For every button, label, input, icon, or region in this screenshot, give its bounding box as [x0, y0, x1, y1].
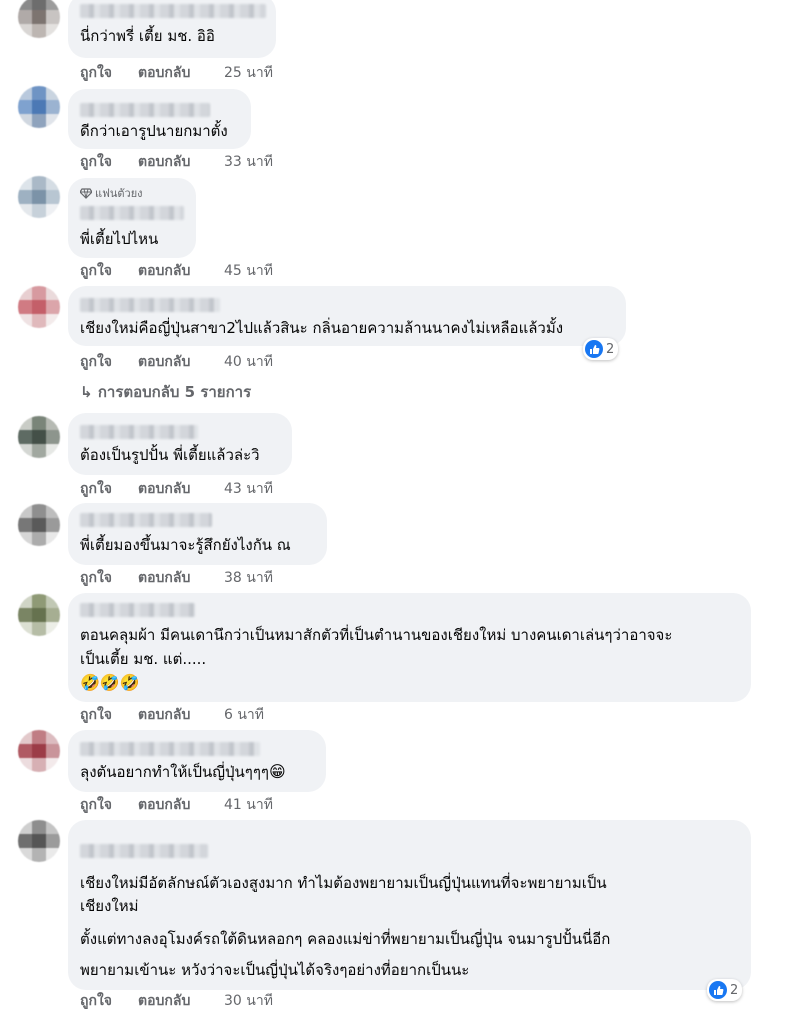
reply-button[interactable]: ตอบกลับ	[138, 990, 224, 1012]
comment-bubble: พี่เตี้ยมองขึ้นมาจะรู้สึกยังไงกัน ณ	[68, 503, 327, 565]
comment-text: เชียงใหม่มีอัตลักษณ์ตัวเองสูงมาก ทำไมต้อ…	[80, 874, 607, 892]
comment-text: ลุงตันอยากทำให้เป็นญี่ปุ่นๆๆๆ😁	[80, 761, 286, 783]
commenter-name[interactable]	[80, 425, 198, 439]
avatar[interactable]	[18, 0, 60, 38]
like-reaction-icon	[709, 981, 727, 999]
reply-button[interactable]: ตอบกลับ	[138, 478, 224, 500]
reply-button[interactable]: ตอบกลับ	[138, 794, 224, 816]
reply-button[interactable]: ตอบกลับ	[138, 260, 224, 282]
comment-bubble: ตอนคลุมผ้า มีคนเดานึกว่าเป็นหมาสักตัวที่…	[68, 593, 751, 702]
comment-text: ดีกว่าเอารูปนายกมาตั้ง	[80, 122, 228, 140]
avatar[interactable]	[18, 286, 60, 328]
reply-button[interactable]: ตอบกลับ	[138, 704, 224, 726]
emoji: 😁	[268, 762, 286, 781]
comment-bubble: นี่กว่าพรี่ เตี้ย มช. อิอิ	[68, 0, 276, 58]
reply-arrow-icon: ↳	[80, 383, 93, 401]
like-reaction-icon	[585, 340, 603, 358]
diamond-icon	[80, 187, 92, 199]
commenter-name[interactable]	[80, 206, 184, 220]
reaction-count[interactable]: 2	[707, 979, 743, 1001]
comment-actions: ถูกใจ ตอบกลับ 41 นาที	[80, 794, 273, 816]
comment-text-line: เป็นเตี้ย มช. แต่.....	[80, 650, 207, 668]
comment-actions: ถูกใจ ตอบกลับ 30 นาที	[80, 990, 273, 1012]
top-fan-badge: แฟนตัวยง	[80, 184, 143, 202]
avatar[interactable]	[18, 176, 60, 218]
reaction-count-label: 2	[730, 982, 739, 998]
comment-text: พี่เตี้ยไปไหน	[80, 230, 159, 248]
comment-actions: ถูกใจ ตอบกลับ 38 นาที	[80, 567, 273, 589]
like-button[interactable]: ถูกใจ	[80, 794, 138, 816]
commenter-name[interactable]	[80, 103, 210, 117]
comment-actions: ถูกใจ ตอบกลับ 40 นาที	[80, 351, 273, 373]
comment-text: ตอนคลุมผ้า มีคนเดานึกว่าเป็นหมาสักตัวที่…	[80, 626, 673, 644]
like-button[interactable]: ถูกใจ	[80, 567, 138, 589]
commenter-name[interactable]	[80, 4, 266, 18]
commenter-name[interactable]	[80, 513, 212, 527]
timestamp[interactable]: 33 นาที	[224, 151, 273, 173]
commenter-name[interactable]	[80, 298, 220, 312]
comment-text: ต้องเป็นรูปปั้น พี่เตี้ยแล้วล่ะวิ	[80, 446, 260, 464]
avatar[interactable]	[18, 730, 60, 772]
comment-text-body: ลุงตันอยากทำให้เป็นญี่ปุ่นๆๆๆ	[80, 763, 269, 781]
comment-text: เชียงใหม่คือญี่ปุ่นสาขา2ไปแล้วสินะ กลิ่น…	[80, 319, 564, 337]
avatar[interactable]	[18, 416, 60, 458]
comment-text-line: พยายามเข้านะ หวังว่าจะเป็นญี่ปุ่นได้จริง…	[80, 961, 470, 979]
emoji-row: 🤣🤣🤣	[80, 673, 140, 692]
comment-actions: ถูกใจ ตอบกลับ 45 นาที	[80, 260, 273, 282]
like-button[interactable]: ถูกใจ	[80, 151, 138, 173]
like-button[interactable]: ถูกใจ	[80, 704, 138, 726]
avatar[interactable]	[18, 86, 60, 128]
timestamp[interactable]: 43 นาที	[224, 478, 273, 500]
comment-bubble: ต้องเป็นรูปปั้น พี่เตี้ยแล้วล่ะวิ	[68, 413, 292, 475]
avatar[interactable]	[18, 820, 60, 862]
timestamp[interactable]: 30 นาที	[224, 990, 273, 1012]
timestamp[interactable]: 38 นาที	[224, 567, 273, 589]
avatar[interactable]	[18, 504, 60, 546]
comment-actions: ถูกใจ ตอบกลับ 6 นาที	[80, 704, 264, 726]
comment-bubble: เชียงใหม่คือญี่ปุ่นสาขา2ไปแล้วสินะ กลิ่น…	[68, 286, 626, 346]
commenter-name[interactable]	[80, 844, 208, 858]
like-button[interactable]: ถูกใจ	[80, 62, 138, 84]
reply-button[interactable]: ตอบกลับ	[138, 351, 224, 373]
timestamp[interactable]: 45 นาที	[224, 260, 273, 282]
comment-bubble: ดีกว่าเอารูปนายกมาตั้ง	[68, 89, 251, 149]
timestamp[interactable]: 40 นาที	[224, 351, 273, 373]
like-button[interactable]: ถูกใจ	[80, 260, 138, 282]
avatar[interactable]	[18, 594, 60, 636]
view-replies-link[interactable]: ↳ การตอบกลับ 5 รายการ	[80, 380, 251, 404]
commenter-name[interactable]	[80, 603, 195, 617]
reply-button[interactable]: ตอบกลับ	[138, 62, 224, 84]
reply-button[interactable]: ตอบกลับ	[138, 567, 224, 589]
commenter-name[interactable]	[80, 742, 260, 756]
comment-text-line: ตั้งแต่ทางลงอุโมงค์รถใต้ดินหลอกๆ คลองแม่…	[80, 930, 611, 948]
reply-button[interactable]: ตอบกลับ	[138, 151, 224, 173]
like-button[interactable]: ถูกใจ	[80, 351, 138, 373]
timestamp[interactable]: 41 นาที	[224, 794, 273, 816]
like-button[interactable]: ถูกใจ	[80, 990, 138, 1012]
like-button[interactable]: ถูกใจ	[80, 478, 138, 500]
comment-actions: ถูกใจ ตอบกลับ 25 นาที	[80, 62, 273, 84]
badge-label: แฟนตัวยง	[95, 187, 143, 200]
replies-link-label: การตอบกลับ 5 รายการ	[97, 383, 252, 401]
timestamp[interactable]: 6 นาที	[224, 704, 264, 726]
comment-bubble: แฟนตัวยง พี่เตี้ยไปไหน	[68, 178, 196, 258]
comment-bubble: ลุงตันอยากทำให้เป็นญี่ปุ่นๆๆๆ😁	[68, 730, 326, 792]
reaction-count-label: 2	[606, 341, 615, 357]
comment-text: พี่เตี้ยมองขึ้นมาจะรู้สึกยังไงกัน ณ	[80, 536, 291, 554]
timestamp[interactable]: 25 นาที	[224, 62, 273, 84]
reaction-count[interactable]: 2	[583, 338, 619, 360]
comment-actions: ถูกใจ ตอบกลับ 33 นาที	[80, 151, 273, 173]
comment-actions: ถูกใจ ตอบกลับ 43 นาที	[80, 478, 273, 500]
comment-text: นี่กว่าพรี่ เตี้ย มช. อิอิ	[80, 27, 215, 45]
comment-text-line: เชียงใหม่	[80, 897, 139, 915]
comment-bubble: เชียงใหม่มีอัตลักษณ์ตัวเองสูงมาก ทำไมต้อ…	[68, 820, 751, 990]
